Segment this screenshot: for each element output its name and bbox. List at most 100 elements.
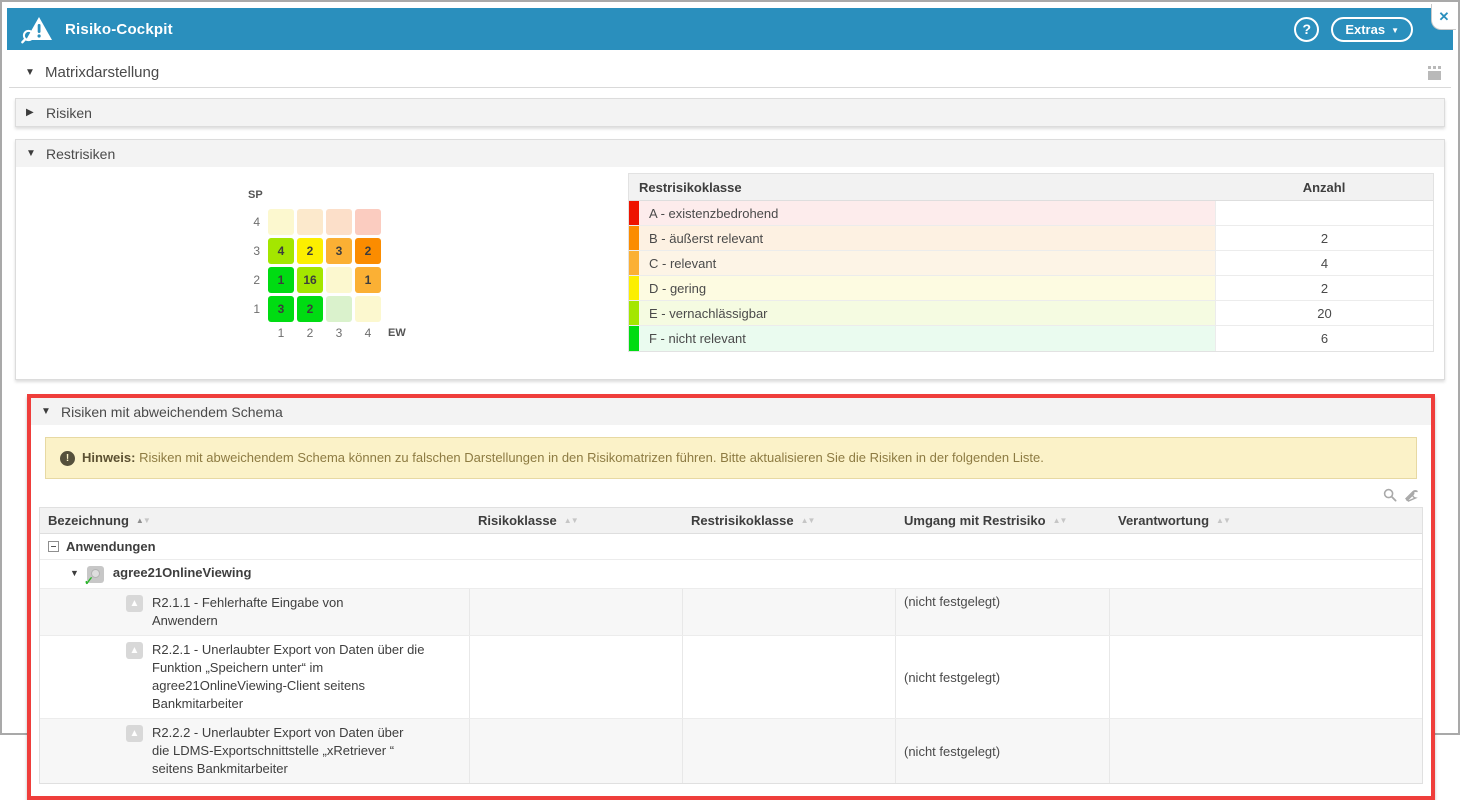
matrix-x-tick: 3 <box>326 326 355 341</box>
sort-icons[interactable]: ▲▼ <box>1053 516 1067 525</box>
cell-risikoklasse <box>469 589 682 635</box>
column-label: Bezeichnung <box>48 513 129 528</box>
matrix-cell[interactable] <box>326 209 352 235</box>
table-row: F - nicht relevant 6 <box>629 326 1433 351</box>
close-button[interactable]: ✕ <box>1431 4 1456 30</box>
matrix-cell[interactable] <box>326 267 352 293</box>
panel-abweichend-label: Risiken mit abweichendem Schema <box>61 404 283 420</box>
grid-toolbar <box>31 485 1431 505</box>
warning-triangle-glyph: ▲ <box>130 729 140 739</box>
risk-warning-icon: ▲ <box>126 595 143 612</box>
column-header-verantwortung[interactable]: Verantwortung ▲▼ <box>1109 508 1422 533</box>
matrix-cell[interactable] <box>268 209 294 235</box>
matrix-cell[interactable]: 1 <box>268 267 294 293</box>
sort-asc-icon: ▲ <box>801 516 808 525</box>
matrix-x-tick: 2 <box>297 326 326 341</box>
class-count: 2 <box>1215 226 1433 250</box>
risk-title: R2.2.1 - Unerlaubter Export von Daten üb… <box>152 641 461 713</box>
sort-asc-icon: ▲ <box>564 516 571 525</box>
panel-abweichend-header[interactable]: ▼ Risiken mit abweichendem Schema <box>31 398 1431 425</box>
main-content: ▼ Matrixdarstellung ▶ Risiken ▼ Restrisi… <box>9 58 1451 727</box>
sort-icons[interactable]: ▲▼ <box>801 516 815 525</box>
subgroup-cell: ▼ ✓ agree21OnlineViewing <box>40 560 1422 588</box>
risk-title: R2.1.1 - Fehlerhafte Eingabe von Anwende… <box>152 594 461 630</box>
table-row: B - äußerst relevant 2 <box>629 226 1433 251</box>
matrix-cell[interactable]: 2 <box>297 296 323 322</box>
cell-risikoklasse <box>469 636 682 718</box>
cell-umgang: (nicht festgelegt) <box>895 719 1109 783</box>
matrix-cell[interactable] <box>355 296 381 322</box>
panel-risiken: ▶ Risiken <box>15 98 1445 127</box>
sort-desc-icon: ▼ <box>808 516 815 525</box>
column-header-umgang[interactable]: Umgang mit Restrisiko ▲▼ <box>895 508 1109 533</box>
cell-bezeichnung: ▲ R2.2.1 - Unerlaubter Export von Daten … <box>40 636 469 718</box>
matrix-cell[interactable]: 16 <box>297 267 323 293</box>
page-title: Risiko-Cockpit <box>65 21 173 38</box>
matrix-cell[interactable]: 3 <box>268 296 294 322</box>
matrix-cell[interactable] <box>355 209 381 235</box>
matrix-y-tick: 3 <box>246 244 268 258</box>
warning-triangle-glyph: ▲ <box>130 599 140 609</box>
column-header-restrisikoklasse[interactable]: Restrisikoklasse ▲▼ <box>682 508 895 533</box>
risk-cockpit-logo-icon <box>21 14 55 44</box>
section-matrixdarstellung-label: Matrixdarstellung <box>45 64 159 81</box>
extras-menu-button[interactable]: Extras ▼ <box>1331 17 1413 42</box>
matrix-cell[interactable]: 4 <box>268 238 294 264</box>
column-header-anzahl: Anzahl <box>1215 174 1433 200</box>
group-row-anwendungen[interactable]: – Anwendungen <box>40 534 1422 560</box>
class-label: D - gering <box>639 276 1215 300</box>
class-label: C - relevant <box>639 251 1215 275</box>
table-row[interactable]: ▲ R2.2.2 - Unerlaubter Export von Daten … <box>40 719 1422 783</box>
grid-header-row: Bezeichnung ▲▼ Risikoklasse ▲▼ Restrisik… <box>40 508 1422 534</box>
sort-desc-icon: ▼ <box>143 516 150 525</box>
panel-restrisiken-header[interactable]: ▼ Restrisiken <box>16 140 1444 167</box>
panel-restrisiken: ▼ Restrisiken SP 4 3 4 <box>15 139 1445 380</box>
matrix-cell[interactable]: 1 <box>355 267 381 293</box>
caret-down-icon: ▼ <box>25 67 37 78</box>
table-row[interactable]: ▲ R2.2.1 - Unerlaubter Export von Daten … <box>40 636 1422 719</box>
column-header-risikoklasse[interactable]: Risikoklasse ▲▼ <box>469 508 682 533</box>
subgroup-row-agree21onlineviewing[interactable]: ▼ ✓ agree21OnlineViewing <box>40 560 1422 589</box>
matrix-cell[interactable]: 3 <box>326 238 352 264</box>
tree-caret-down-icon[interactable]: ▼ <box>70 568 79 578</box>
cell-verantwortung <box>1109 589 1422 635</box>
class-color-bar <box>629 251 639 275</box>
subgroup-label: agree21OnlineViewing <box>113 565 251 580</box>
column-header-bezeichnung[interactable]: Bezeichnung ▲▼ <box>40 508 469 533</box>
collapse-icon[interactable]: – <box>48 541 59 552</box>
sort-icons[interactable]: ▲▼ <box>1216 516 1230 525</box>
column-label: Umgang mit Restrisiko <box>904 513 1046 528</box>
matrix-cell[interactable] <box>326 296 352 322</box>
cell-restrisikoklasse <box>682 589 895 635</box>
cell-umgang: (nicht festgelegt) <box>895 589 1109 635</box>
sort-icons[interactable]: ▲▼ <box>136 516 150 525</box>
column-label: Verantwortung <box>1118 513 1209 528</box>
layout-panel-icon[interactable] <box>1425 65 1445 81</box>
class-color-bar <box>629 276 639 300</box>
matrix-cell[interactable]: 2 <box>355 238 381 264</box>
hint-message: ! Hinweis: Risiken mit abweichendem Sche… <box>45 437 1417 479</box>
restrisikoklasse-table-header: Restrisikoklasse Anzahl <box>629 174 1433 201</box>
class-count: 2 <box>1215 276 1433 300</box>
sort-asc-icon: ▲ <box>1216 516 1223 525</box>
panel-risiken-label: Risiken <box>46 105 92 121</box>
matrix-y-tick: 4 <box>246 215 268 229</box>
cell-verantwortung <box>1109 719 1422 783</box>
class-count: 4 <box>1215 251 1433 275</box>
cell-verantwortung <box>1109 636 1422 718</box>
search-icon[interactable] <box>1383 488 1397 502</box>
caret-down-icon: ▼ <box>26 148 38 159</box>
help-button[interactable]: ? <box>1294 17 1319 42</box>
column-label: Restrisikoklasse <box>691 513 794 528</box>
panel-risiken-header[interactable]: ▶ Risiken <box>16 99 1444 126</box>
sort-icons[interactable]: ▲▼ <box>564 516 578 525</box>
section-matrixdarstellung[interactable]: ▼ Matrixdarstellung <box>9 58 1451 88</box>
caret-down-icon: ▼ <box>41 406 53 417</box>
table-row[interactable]: ▲ R2.1.1 - Fehlerhafte Eingabe von Anwen… <box>40 589 1422 636</box>
matrix-cell[interactable] <box>297 209 323 235</box>
close-icon: ✕ <box>1439 9 1450 25</box>
wrench-icon[interactable] <box>1405 488 1419 502</box>
check-icon: ✓ <box>84 574 94 588</box>
matrix-cell[interactable]: 2 <box>297 238 323 264</box>
matrix-y-tick: 2 <box>246 273 268 287</box>
